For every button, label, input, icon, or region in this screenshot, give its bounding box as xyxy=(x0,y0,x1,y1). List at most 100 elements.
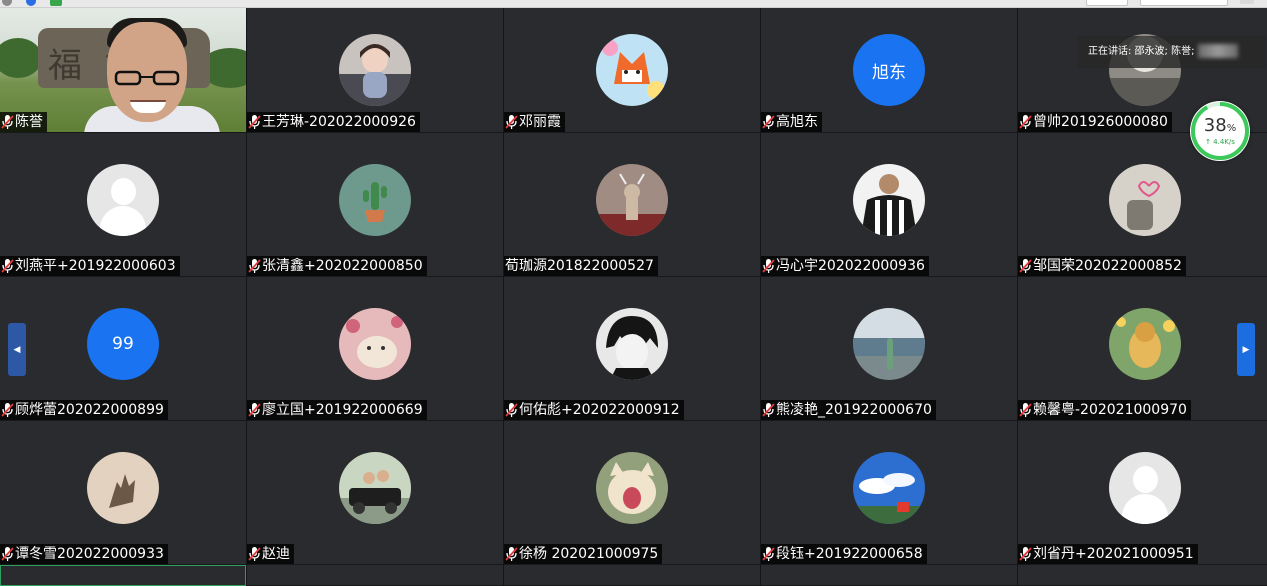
participant-tile[interactable] xyxy=(247,565,503,586)
app-icon xyxy=(26,0,36,6)
mic-muted-icon xyxy=(248,546,262,562)
chart-icon xyxy=(50,0,62,6)
mic-muted-icon xyxy=(248,258,262,274)
network-status[interactable]: 38% ↑ 4.4K/s xyxy=(1190,101,1250,161)
participant-nameplate: 何佑彪+202022000912 xyxy=(504,400,684,420)
participant-tile[interactable]: 冯心宇202022000936 xyxy=(761,133,1017,277)
avatar-initials: 旭东 xyxy=(853,34,925,106)
participant-name: 张清鑫+202022000850 xyxy=(262,258,423,274)
speaking-indicator: 正在讲话: 邵永波; 陈誉; xyxy=(1078,36,1266,68)
participant-nameplate: 赵迪 xyxy=(247,544,294,564)
avatar xyxy=(853,307,925,380)
participant-nameplate: 徐杨 202021000975 xyxy=(504,544,663,564)
participant-name: 熊凌艳_201922000670 xyxy=(776,402,932,418)
participant-name: 荀珈源201822000527 xyxy=(505,258,654,274)
participant-tile[interactable] xyxy=(761,565,1017,586)
participant-tile[interactable] xyxy=(0,565,246,586)
default-user-icon xyxy=(1108,451,1181,524)
avatar xyxy=(339,163,411,236)
avatar xyxy=(853,451,925,524)
participant-nameplate: 冯心宇202022000936 xyxy=(761,256,929,276)
participant-name: 段钰+201922000658 xyxy=(776,546,923,562)
participant-tile[interactable]: 福 如陈誉 xyxy=(0,8,246,133)
participant-tile[interactable]: 何佑彪+202022000912 xyxy=(504,277,760,421)
participant-name: 高旭东 xyxy=(776,114,818,130)
mic-muted-icon xyxy=(1,546,15,562)
participant-tile[interactable]: 邓丽霞 xyxy=(504,8,760,133)
participant-tile[interactable]: 段钰+201922000658 xyxy=(761,421,1017,565)
participant-tile[interactable]: 99 顾烨蕾202022000899 xyxy=(0,277,246,421)
participant-nameplate: 廖立国+201922000669 xyxy=(247,400,427,420)
avatar xyxy=(339,451,411,524)
next-page-button[interactable]: ▶ xyxy=(1237,323,1255,376)
mic-muted-icon xyxy=(505,546,519,562)
participant-tile[interactable]: 刘省丹+202021000951 xyxy=(1018,421,1267,565)
participant-nameplate: 邓丽霞 xyxy=(504,112,565,132)
avatar xyxy=(596,451,668,524)
window-top-bar xyxy=(0,0,1267,8)
blurred-name xyxy=(1197,44,1238,58)
participant-name: 顾烨蕾202022000899 xyxy=(15,402,164,418)
participant-tile[interactable]: 赖馨粤-202021000970 xyxy=(1018,277,1267,421)
participant-name: 赵迪 xyxy=(262,546,290,562)
participant-name: 徐杨 202021000975 xyxy=(519,546,659,562)
participant-nameplate: 顾烨蕾202022000899 xyxy=(0,400,168,420)
mic-muted-icon xyxy=(762,402,776,418)
participant-name: 邓丽霞 xyxy=(519,114,561,130)
participant-nameplate: 张清鑫+202022000850 xyxy=(247,256,427,276)
mic-muted-icon xyxy=(1,402,15,418)
participant-tile[interactable]: 张清鑫+202022000850 xyxy=(247,133,503,277)
mic-muted-icon xyxy=(1019,402,1033,418)
participant-nameplate: 高旭东 xyxy=(761,112,822,132)
participant-tile[interactable]: 熊凌艳_201922000670 xyxy=(761,277,1017,421)
participant-tile[interactable]: 谭冬雪202022000933 xyxy=(0,421,246,565)
mic-muted-icon xyxy=(1,114,15,130)
mic-muted-icon xyxy=(505,402,519,418)
participant-tile[interactable]: 徐杨 202021000975 xyxy=(504,421,760,565)
toolbar-box[interactable] xyxy=(1086,0,1128,6)
participant-tile[interactable]: 赵迪 xyxy=(247,421,503,565)
participant-nameplate: 荀珈源201822000527 xyxy=(504,256,658,276)
fullscreen-icon[interactable] xyxy=(1240,0,1254,4)
participant-name: 冯心宇202022000936 xyxy=(776,258,925,274)
participant-tile[interactable] xyxy=(504,565,760,586)
prev-page-button[interactable]: ◀ xyxy=(8,323,26,376)
mic-muted-icon xyxy=(248,402,262,418)
participant-tile[interactable]: 廖立国+201922000669 xyxy=(247,277,503,421)
participant-nameplate: 熊凌艳_201922000670 xyxy=(761,400,936,420)
participant-tile[interactable]: 刘燕平+201922000603 xyxy=(0,133,246,277)
avatar-initials: 99 xyxy=(87,307,159,380)
upload-rate: ↑ 4.4K/s xyxy=(1205,138,1235,146)
avatar xyxy=(596,307,668,380)
participant-name: 邹国荣202022000852 xyxy=(1033,258,1182,274)
participant-nameplate: 谭冬雪202022000933 xyxy=(0,544,168,564)
participant-tile[interactable]: 王芳琳-202022000926 xyxy=(247,8,503,133)
avatar xyxy=(339,34,411,106)
participant-nameplate: 曾帅201926000080 xyxy=(1018,112,1172,132)
participant-name: 谭冬雪202022000933 xyxy=(15,546,164,562)
avatar xyxy=(1108,163,1181,236)
mic-muted-icon xyxy=(762,258,776,274)
mic-muted-icon xyxy=(762,114,776,130)
participant-tile[interactable]: 荀珈源201822000527 xyxy=(504,133,760,277)
mic-muted-icon xyxy=(505,114,519,130)
participant-nameplate: 刘省丹+202021000951 xyxy=(1018,544,1198,564)
mic-muted-icon xyxy=(248,114,262,130)
mic-muted-icon xyxy=(1019,258,1033,274)
mic-muted-icon xyxy=(762,546,776,562)
participant-nameplate: 王芳琳-202022000926 xyxy=(247,112,420,132)
toolbar-dropdown[interactable] xyxy=(1140,0,1228,6)
participant-tile[interactable] xyxy=(1018,565,1267,586)
avatar xyxy=(339,307,411,380)
participant-name: 曾帅201926000080 xyxy=(1033,114,1168,130)
participant-name: 王芳琳-202022000926 xyxy=(262,114,416,130)
chevron-right-icon: ▶ xyxy=(1242,344,1250,355)
participant-nameplate: 赖馨粤-202021000970 xyxy=(1018,400,1191,420)
participant-nameplate: 陈誉 xyxy=(0,112,47,132)
default-user-icon xyxy=(87,163,159,236)
mic-muted-icon xyxy=(1019,546,1033,562)
participant-nameplate: 邹国荣202022000852 xyxy=(1018,256,1186,276)
participant-name: 廖立国+201922000669 xyxy=(262,402,423,418)
participant-tile[interactable]: 旭东高旭东 xyxy=(761,8,1017,133)
avatar xyxy=(853,163,925,236)
